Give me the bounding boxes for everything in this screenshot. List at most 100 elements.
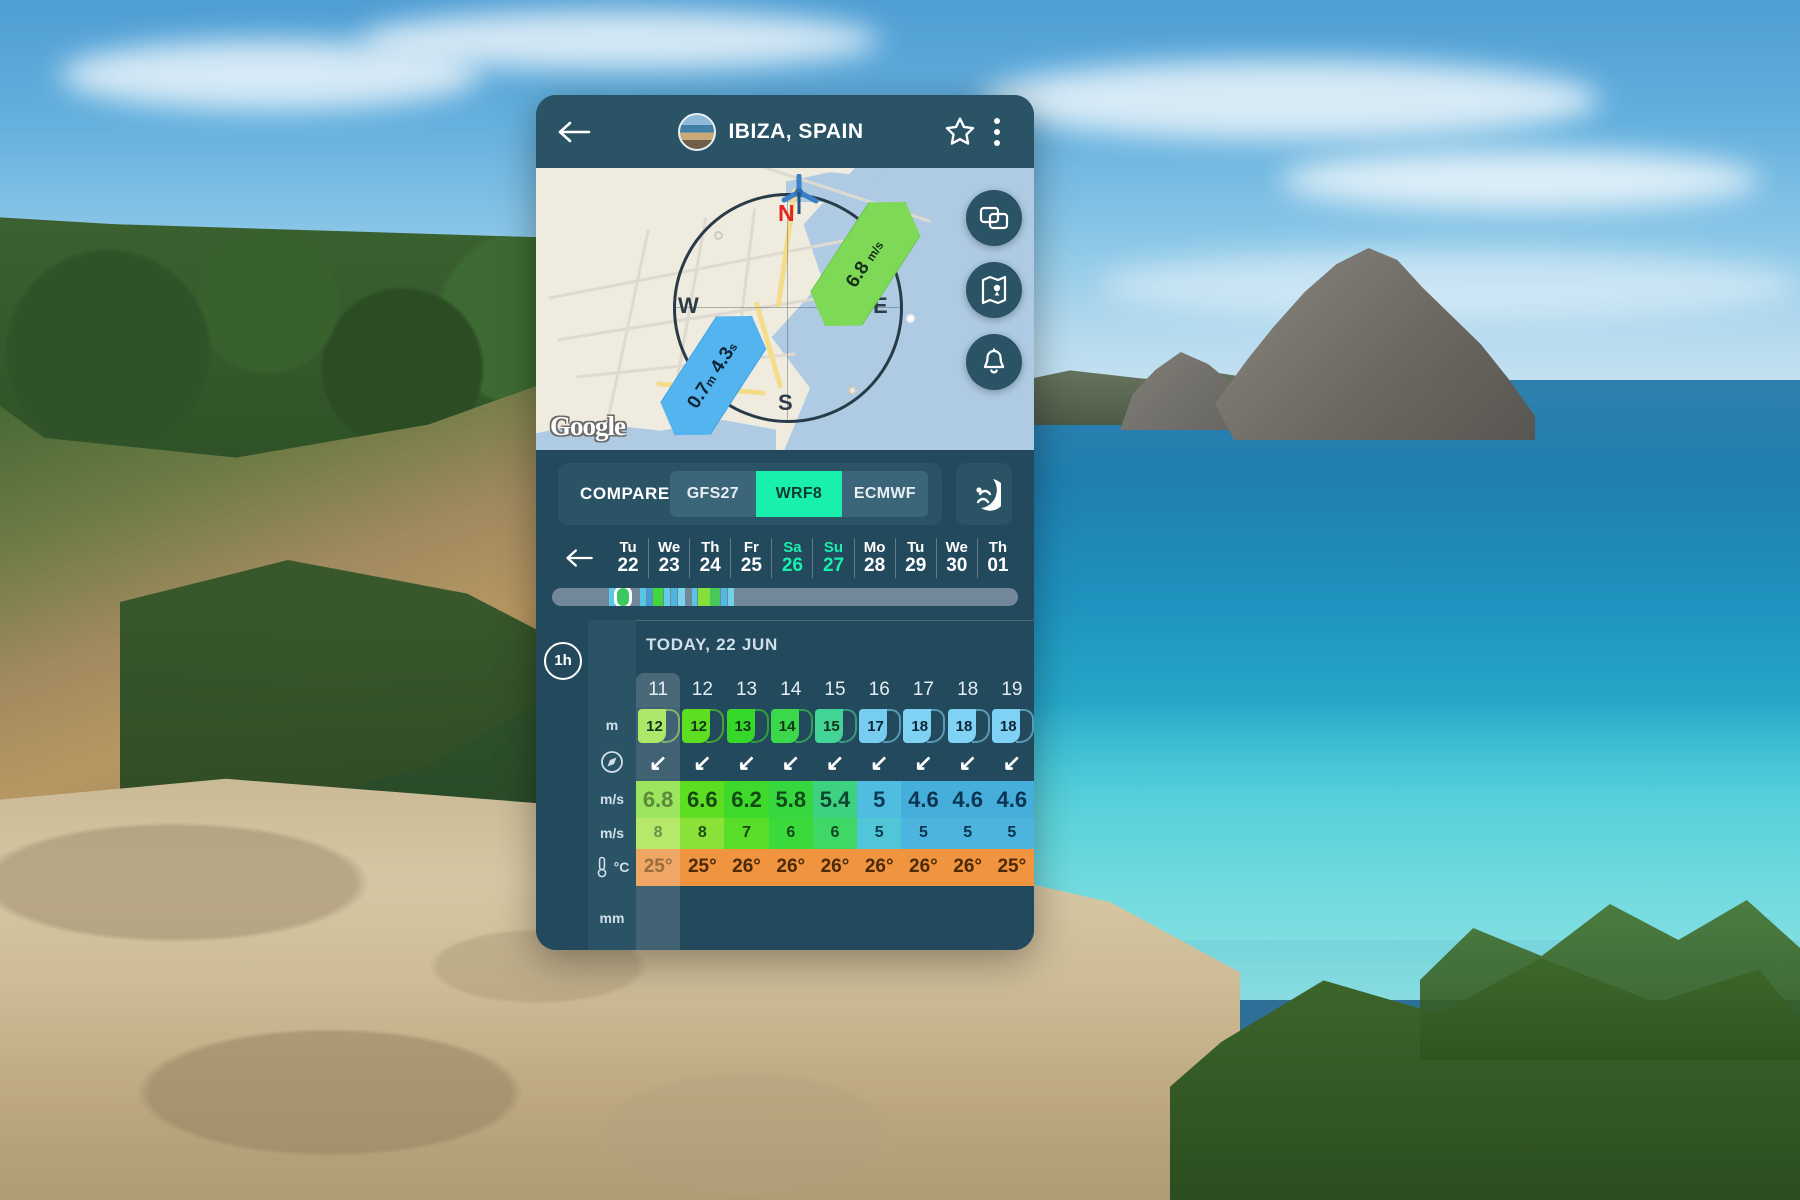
layers-button[interactable] (966, 190, 1022, 246)
hour-cell-13[interactable]: 13 (724, 673, 768, 707)
precipitation-row (636, 885, 1034, 950)
rain-cell (946, 886, 990, 950)
hour-cell-17[interactable]: 17 (901, 673, 945, 707)
timeline-scrubber-wrap (536, 587, 1034, 620)
gust-value: 6 (830, 824, 840, 842)
temp-cell: 26° (857, 848, 902, 886)
wave-chip: 17 (859, 709, 902, 744)
wave-value: 17 (867, 717, 884, 735)
wave-value: 13 (734, 717, 752, 735)
hour-cell-15[interactable]: 15 (813, 673, 857, 707)
spot-map[interactable]: N W E S 6.8 m/s 0.7m 4.3s Google (536, 168, 1034, 450)
wave-cell: 17 (857, 707, 902, 746)
day-item-30[interactable]: We 30 (935, 538, 977, 578)
gust-cell: 7 (724, 818, 769, 849)
hour-cell-16[interactable]: 16 (857, 673, 901, 707)
map-action-buttons (966, 190, 1022, 390)
gust-cell: 6 (812, 818, 858, 849)
timeline-scrubber[interactable] (552, 587, 1018, 606)
hour-header-row: 11 12 13 14 15 16 17 18 19 (636, 672, 1034, 707)
hour-cell-14[interactable]: 14 (769, 673, 813, 707)
hour-cell-18[interactable]: 18 (946, 673, 990, 707)
temp-cell: 25° (989, 848, 1034, 886)
day-number: 24 (699, 554, 721, 576)
gust-cell: 8 (680, 818, 725, 849)
day-item-01[interactable]: Th 01 (976, 538, 1018, 578)
model-button-wrf8[interactable]: WRF8 (755, 471, 842, 517)
wind-direction-row: ↙ ↙ ↙ ↙ ↙ ↙ ↙ ↙ ↙ (636, 745, 1034, 782)
direction-cell: ↙ (813, 746, 857, 782)
direction-cell: ↙ (724, 746, 768, 782)
day-dow: Su (823, 539, 844, 556)
day-item-25[interactable]: Fr 25 (730, 538, 771, 578)
model-button-gfs27[interactable]: GFS27 (670, 471, 756, 517)
overflow-menu-button[interactable] (982, 117, 1012, 146)
gust-value: 6 (786, 824, 796, 842)
day-back-button[interactable] (552, 548, 608, 568)
timeline-handle[interactable] (614, 587, 632, 606)
wind-cell: 6.8 (636, 781, 681, 819)
temp-cell: 25° (636, 848, 681, 886)
gust-value: 5 (963, 824, 973, 842)
temp-cell: 26° (945, 848, 990, 886)
hour-cell-11[interactable]: 11 (636, 672, 681, 707)
wave-value: 12 (646, 717, 663, 735)
alerts-button[interactable] (966, 334, 1022, 390)
back-button[interactable] (558, 120, 604, 144)
interval-badge[interactable]: 1h (544, 641, 582, 680)
wave-cell: 18 (990, 707, 1034, 746)
temp-cell: 26° (812, 848, 858, 886)
wave-cell: 18 (901, 707, 946, 746)
rain-cell (901, 886, 945, 950)
unit-temp-label: °C (613, 858, 630, 875)
gust-value: 5 (918, 824, 928, 842)
unit-wave: m (605, 716, 619, 733)
wind-value: 4.6 (908, 786, 939, 812)
wind-turbine-icon (776, 173, 822, 223)
direction-cell: ↙ (680, 746, 724, 782)
wind-cell: 4.6 (945, 781, 990, 819)
map-pin-icon (981, 275, 1007, 305)
more-vertical-icon (994, 139, 1000, 146)
wave-chip: 13 (726, 709, 769, 744)
forecast-unit-column: m m/s m/s °C mm (588, 619, 636, 950)
cloud (1280, 150, 1760, 210)
moon-tide-button[interactable] (955, 463, 1012, 525)
model-button-ecmwf[interactable]: ECMWF (842, 471, 928, 517)
day-item-23[interactable]: We 23 (648, 538, 689, 578)
model-selector: GFS27 WRF8 ECMWF (669, 471, 928, 517)
day-item-27[interactable]: Su 27 (812, 538, 853, 578)
hour-cell-12[interactable]: 12 (680, 673, 724, 707)
wind-value: 6.6 (687, 786, 718, 812)
wind-value-label: 6.8 m/s (841, 238, 887, 292)
wave-cell: 13 (724, 707, 769, 746)
cloud (980, 60, 1600, 140)
cloud (1100, 250, 1800, 320)
gust-cell: 5 (989, 818, 1034, 849)
day-item-24[interactable]: Th 24 (689, 538, 730, 578)
gust-row: 8 8 7 6 6 5 5 5 5 (636, 818, 1034, 849)
wind-arrow-icon: ↙ (648, 750, 668, 776)
day-number: 29 (905, 554, 927, 576)
day-dow: Fr (743, 539, 759, 556)
day-dow: Tu (907, 539, 925, 556)
day-item-28[interactable]: Mo 28 (853, 538, 895, 578)
more-vertical-icon (994, 117, 1000, 124)
hour-cell-19[interactable]: 19 (990, 673, 1034, 707)
day-item-22[interactable]: Tu 22 (608, 538, 648, 578)
layers-icon (979, 206, 1009, 230)
temp-value: 26° (820, 856, 850, 878)
day-item-26[interactable]: Sa 26 (771, 538, 812, 578)
spot-title-group: IBIZA, SPAIN (604, 112, 938, 151)
day-item-29[interactable]: Tu 29 (894, 538, 936, 578)
wave-chip: 18 (991, 709, 1034, 744)
day-number: 23 (658, 554, 680, 576)
gust-cell: 5 (901, 818, 946, 849)
rain-cell (680, 886, 724, 950)
star-icon (945, 117, 975, 145)
map-pin-button[interactable] (966, 262, 1022, 318)
wave-value: 15 (822, 717, 840, 735)
arrow-left-icon (566, 549, 593, 567)
favorite-button[interactable] (938, 115, 982, 148)
wave-value: 12 (690, 717, 708, 735)
